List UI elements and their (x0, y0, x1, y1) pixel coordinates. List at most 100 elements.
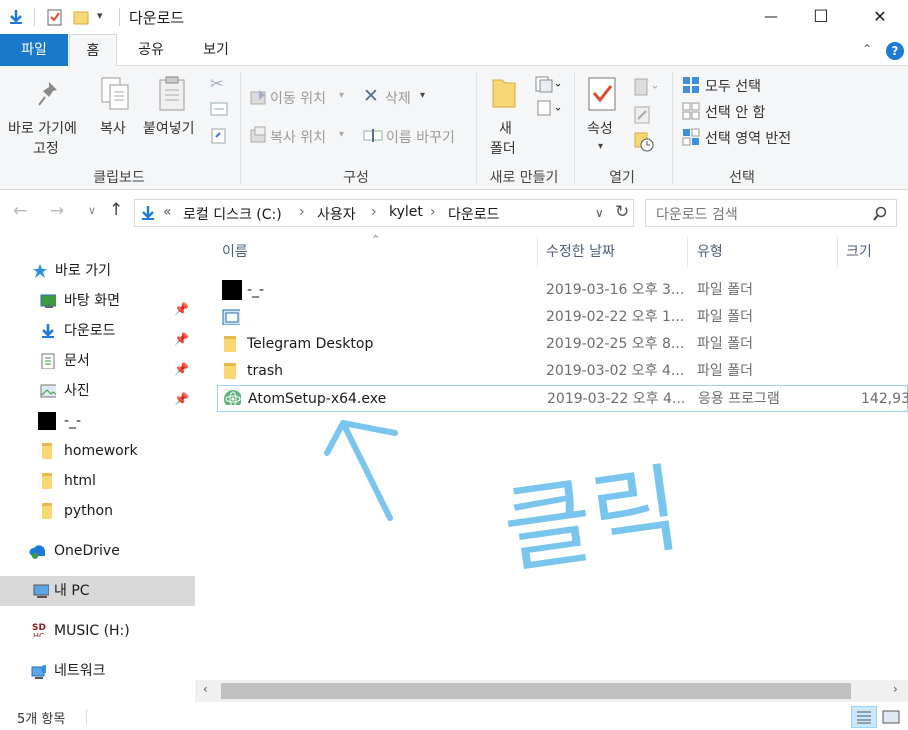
folder-icon (42, 503, 52, 519)
nav-quick-access[interactable]: 바로 가기 (0, 256, 195, 286)
minimize-button[interactable]: — (748, 0, 794, 34)
help-icon[interactable]: ? (886, 42, 904, 60)
easy-access-icon[interactable] (535, 100, 561, 118)
breadcrumb-users[interactable]: 사용자 (317, 204, 356, 224)
breadcrumb-separator-icon[interactable]: › (371, 204, 377, 220)
scroll-thumb[interactable] (221, 683, 851, 699)
back-arrow-icon[interactable]: ← (13, 201, 27, 221)
copy-to-button[interactable]: 복사 위치 (270, 127, 326, 147)
onedrive-icon (29, 545, 45, 559)
properties-dropdown-icon[interactable]: ▾ (598, 141, 603, 152)
large-icons-view-button[interactable] (879, 706, 903, 728)
breadcrumb-separator-icon[interactable]: › (430, 204, 436, 220)
forward-arrow-icon[interactable]: → (50, 201, 64, 221)
folder-icon (42, 443, 52, 459)
delete-icon: ✕ (363, 85, 379, 107)
nav-homework[interactable]: homework (0, 436, 195, 466)
address-bar[interactable]: « 로컬 디스크 (C:) › 사용자 › kylet › 다운로드 ∨ ↻ (134, 199, 634, 227)
properties-button[interactable]: 속성 (587, 118, 613, 138)
up-arrow-icon[interactable]: ↑ (109, 200, 123, 220)
file-row[interactable]: 2019-02-22 오후 1... 파일 폴더 (217, 304, 908, 330)
nav-python[interactable]: python (0, 496, 195, 526)
nav-html[interactable]: html (0, 466, 195, 496)
breadcrumb-kylet[interactable]: kylet (389, 204, 423, 220)
edit-icon[interactable] (634, 106, 652, 124)
select-all-button[interactable]: 모두 선택 (705, 76, 761, 96)
folder-icon (224, 336, 236, 352)
new-folder-icon (492, 79, 516, 108)
paste-shortcut-icon[interactable] (211, 126, 227, 144)
file-row-selected[interactable]: AtomSetup-x64.exe 2019-03-22 오후 4... 응용 … (217, 385, 908, 412)
breadcrumb-downloads[interactable]: 다운로드 (448, 204, 500, 224)
column-header-size[interactable]: 크기 (846, 241, 872, 261)
column-header-type[interactable]: 유형 (697, 241, 723, 261)
column-separator[interactable] (537, 237, 538, 267)
open-icon[interactable] (634, 78, 660, 96)
download-folder-icon (142, 206, 154, 220)
history-icon[interactable] (634, 132, 654, 152)
nav-folder-dash[interactable]: -_- (0, 406, 195, 436)
maximize-button[interactable]: ☐ (798, 0, 844, 34)
new-folder-qat-icon[interactable] (73, 9, 89, 25)
ribbon-collapse-icon[interactable]: ⌃ (862, 42, 872, 56)
details-view-button[interactable] (851, 706, 877, 728)
file-list: ⌃ 이름 수정한 날짜 유형 크기 -_- 2019-03-16 오후 3...… (195, 233, 908, 680)
close-button[interactable]: ✕ (857, 0, 903, 34)
delete-dropdown-icon[interactable]: ▾ (420, 90, 425, 101)
address-dropdown-icon[interactable]: ∨ (595, 206, 604, 220)
breadcrumb-separator-icon[interactable]: › (299, 204, 305, 220)
refresh-icon[interactable]: ↻ (615, 202, 629, 222)
ribbon-divider (672, 72, 673, 184)
copy-path-icon[interactable] (210, 102, 228, 116)
nav-label: 다운로드 (64, 323, 116, 339)
column-header-modified[interactable]: 수정한 날짜 (546, 241, 615, 261)
scroll-left-icon[interactable]: ‹ (203, 682, 208, 696)
nav-music-drive[interactable]: SD HC MUSIC (H:) (0, 616, 195, 646)
tab-view[interactable]: 보기 (186, 34, 246, 66)
recent-locations-icon[interactable]: ∨ (88, 204, 96, 217)
breadcrumb-overflow[interactable]: « (163, 204, 172, 220)
nav-this-pc[interactable]: 내 PC (0, 576, 195, 606)
nav-onedrive[interactable]: OneDrive (0, 536, 195, 566)
search-icon[interactable] (872, 206, 888, 222)
cut-icon[interactable]: ✂ (210, 74, 223, 93)
move-to-dropdown-icon[interactable]: ▾ (339, 90, 344, 101)
scroll-right-icon[interactable]: › (893, 682, 898, 696)
copy-button[interactable]: 복사 (100, 118, 126, 138)
nav-documents[interactable]: 문서 📌 (0, 346, 195, 376)
download-arrow-icon[interactable] (8, 9, 24, 25)
new-item-icon[interactable] (535, 76, 561, 94)
search-box[interactable]: 다운로드 검색 (645, 199, 897, 227)
tab-file[interactable]: 파일 (0, 34, 68, 66)
file-type: 파일 폴더 (697, 336, 753, 352)
nav-downloads[interactable]: 다운로드 📌 (0, 316, 195, 346)
copy-to-dropdown-icon[interactable]: ▾ (339, 129, 344, 140)
invert-selection-button[interactable]: 선택 영역 반전 (705, 128, 791, 148)
nav-pictures[interactable]: 사진 📌 (0, 376, 195, 406)
file-row[interactable]: Telegram Desktop 2019-02-25 오후 8... 파일 폴… (217, 331, 908, 357)
pin-quick-access-label[interactable]: 바로 가기에 (8, 118, 77, 138)
breadcrumb-local-disk[interactable]: 로컬 디스크 (C:) (183, 204, 282, 224)
properties-check-icon[interactable] (47, 8, 63, 26)
column-separator[interactable] (837, 237, 838, 267)
pin-quick-access-label-2[interactable]: 고정 (33, 138, 59, 158)
properties-icon (588, 77, 616, 111)
file-row[interactable]: trash 2019-03-02 오후 4... 파일 폴더 (217, 358, 908, 384)
nav-network[interactable]: 네트워크 (0, 656, 195, 686)
file-type: 파일 폴더 (697, 282, 753, 298)
horizontal-scrollbar[interactable]: ‹ › (195, 680, 908, 702)
tab-home[interactable]: 홈 (69, 34, 117, 67)
select-none-button[interactable]: 선택 안 함 (705, 102, 765, 122)
column-separator[interactable] (687, 237, 688, 267)
nav-desktop[interactable]: 바탕 화면 📌 (0, 286, 195, 316)
file-row[interactable]: -_- 2019-03-16 오후 3... 파일 폴더 (217, 277, 908, 303)
paste-button[interactable]: 붙여넣기 (143, 118, 195, 138)
delete-button[interactable]: 삭제 (385, 88, 411, 108)
tab-share[interactable]: 공유 (124, 34, 178, 66)
column-header-name[interactable]: 이름 (222, 241, 248, 261)
move-to-button[interactable]: 이동 위치 (270, 88, 326, 108)
qat-dropdown-icon[interactable]: ▾ (97, 9, 103, 22)
new-folder-label-2[interactable]: 폴더 (490, 138, 516, 158)
rename-button[interactable]: 이름 바꾸기 (386, 127, 455, 147)
new-folder-label[interactable]: 새 (499, 118, 512, 138)
